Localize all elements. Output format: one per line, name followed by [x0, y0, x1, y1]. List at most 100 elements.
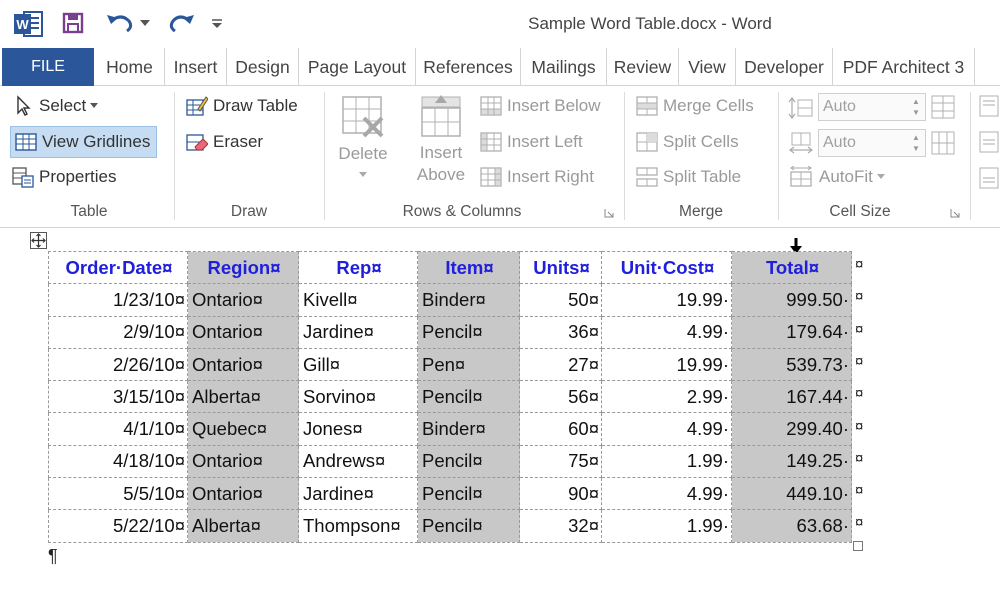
header-cell[interactable]: Unit·Cost¤ — [601, 250, 732, 285]
tab-references[interactable]: References — [416, 48, 521, 86]
split-table-button[interactable]: Split Table — [636, 166, 741, 188]
table-cell[interactable]: 999.50· — [731, 283, 852, 317]
table-cell[interactable]: Alberta¤ — [187, 380, 299, 414]
table-cell[interactable]: 149.25· — [731, 444, 852, 479]
tab-page-layout[interactable]: Page Layout — [299, 48, 416, 86]
column-width-input[interactable]: Auto ▲ ▼ — [818, 129, 926, 157]
table-cell[interactable]: 1.99· — [601, 444, 732, 479]
table-cell[interactable]: 19.99· — [601, 283, 732, 317]
table-cell[interactable]: Gill¤ — [298, 347, 418, 382]
table-cell[interactable]: 56¤ — [519, 380, 602, 414]
table-move-handle-icon[interactable] — [30, 232, 47, 249]
merge-cells-button[interactable]: Merge Cells — [636, 95, 754, 117]
table-cell[interactable]: 5/5/10¤ — [48, 477, 188, 511]
eraser-button[interactable]: Eraser — [186, 131, 263, 153]
row-height-input[interactable]: Auto ▲ ▼ — [818, 93, 926, 121]
tab-developer[interactable]: Developer — [736, 48, 833, 86]
table-cell[interactable]: 2/9/10¤ — [48, 315, 188, 349]
insert-below-button[interactable]: Insert Below — [480, 95, 601, 117]
table-cell[interactable]: Jardine¤ — [298, 477, 418, 511]
tab-view[interactable]: View — [679, 48, 736, 86]
table-cell[interactable]: 90¤ — [519, 477, 602, 511]
spin-down-icon[interactable]: ▼ — [912, 144, 922, 153]
table-cell[interactable]: 19.99· — [601, 347, 732, 382]
table-cell[interactable]: 1/23/10¤ — [48, 283, 188, 317]
word-table[interactable]: Order·Date¤ Region¤ Rep¤ Item¤ Units¤ Un… — [48, 250, 852, 543]
tab-pdf-architect[interactable]: PDF Architect 3 — [833, 48, 975, 86]
table-cell[interactable]: Thompson¤ — [298, 509, 418, 543]
table-cell[interactable]: Binder¤ — [417, 283, 520, 317]
spin-up-icon[interactable]: ▲ — [912, 133, 922, 142]
split-cells-button[interactable]: Split Cells — [636, 131, 739, 153]
tab-overflow[interactable] — [975, 48, 1000, 86]
table-cell[interactable]: 4.99· — [601, 315, 732, 349]
table-cell[interactable]: Ontario¤ — [187, 347, 299, 382]
header-cell[interactable]: Units¤ — [519, 250, 602, 285]
spin-down-icon[interactable]: ▼ — [912, 108, 922, 117]
table-cell[interactable]: 60¤ — [519, 412, 602, 446]
table-cell[interactable]: Ontario¤ — [187, 315, 299, 349]
tab-insert[interactable]: Insert — [165, 48, 227, 86]
tab-home[interactable]: Home — [95, 48, 165, 86]
table-cell[interactable]: 27¤ — [519, 347, 602, 382]
view-gridlines-button[interactable]: View Gridlines — [10, 126, 158, 158]
table-cell[interactable]: 449.10· — [731, 477, 852, 511]
table-resize-handle-icon[interactable] — [853, 541, 863, 551]
table-cell[interactable]: 36¤ — [519, 315, 602, 349]
table-cell[interactable]: 50¤ — [519, 283, 602, 317]
table-cell[interactable]: Ontario¤ — [187, 477, 299, 511]
table-cell[interactable]: 179.64· — [731, 315, 852, 349]
table-cell[interactable]: Ontario¤ — [187, 444, 299, 479]
insert-above-button[interactable]: Insert Above — [410, 94, 472, 194]
table-cell[interactable]: 2/26/10¤ — [48, 347, 188, 382]
table-cell[interactable]: 4/1/10¤ — [48, 412, 188, 446]
header-cell[interactable]: Order·Date¤ — [48, 250, 188, 285]
table-cell[interactable]: Alberta¤ — [187, 509, 299, 543]
table-cell[interactable]: Pencil¤ — [417, 477, 520, 511]
autofit-button[interactable]: AutoFit — [788, 166, 885, 188]
table-cell[interactable]: 75¤ — [519, 444, 602, 479]
alignment-icons-partial[interactable] — [978, 94, 1000, 194]
tab-file[interactable]: FILE — [2, 48, 94, 86]
table-cell[interactable]: Quebec¤ — [187, 412, 299, 446]
document-area[interactable]: Order·Date¤ Region¤ Rep¤ Item¤ Units¤ Un… — [0, 228, 1000, 590]
table-cell[interactable]: 32¤ — [519, 509, 602, 543]
table-cell[interactable]: Jardine¤ — [298, 315, 418, 349]
table-cell[interactable]: 167.44· — [731, 380, 852, 414]
table-cell[interactable]: 63.68· — [731, 509, 852, 543]
table-cell[interactable]: Ontario¤ — [187, 283, 299, 317]
properties-button[interactable]: Properties — [12, 166, 116, 188]
table-cell[interactable]: 299.40· — [731, 412, 852, 446]
table-cell[interactable]: Pencil¤ — [417, 315, 520, 349]
table-cell[interactable]: Sorvino¤ — [298, 380, 418, 414]
table-cell[interactable]: 5/22/10¤ — [48, 509, 188, 543]
delete-button[interactable]: Delete — [333, 94, 393, 194]
table-cell[interactable]: Kivell¤ — [298, 283, 418, 317]
table-cell[interactable]: Pencil¤ — [417, 444, 520, 479]
header-cell[interactable]: Total¤ — [731, 250, 852, 285]
distribute-rows-icon[interactable] — [930, 94, 956, 120]
table-cell[interactable]: 4.99· — [601, 477, 732, 511]
insert-right-button[interactable]: Insert Right — [480, 166, 594, 188]
table-cell[interactable]: Pencil¤ — [417, 380, 520, 414]
table-cell[interactable]: Binder¤ — [417, 412, 520, 446]
insert-left-button[interactable]: Insert Left — [480, 131, 583, 153]
table-cell[interactable]: 2.99· — [601, 380, 732, 414]
table-cell[interactable]: 1.99· — [601, 509, 732, 543]
table-cell[interactable]: Pen¤ — [417, 347, 520, 382]
table-cell[interactable]: 3/15/10¤ — [48, 380, 188, 414]
spin-up-icon[interactable]: ▲ — [912, 97, 922, 106]
draw-table-button[interactable]: Draw Table — [186, 95, 298, 117]
distribute-columns-icon[interactable] — [930, 130, 956, 156]
header-cell[interactable]: Item¤ — [417, 250, 520, 285]
cell-size-launcher-icon[interactable] — [950, 208, 960, 218]
tab-mailings[interactable]: Mailings — [521, 48, 607, 86]
header-cell[interactable]: Rep¤ — [298, 250, 418, 285]
table-cell[interactable]: 539.73· — [731, 347, 852, 382]
select-button[interactable]: Select — [12, 95, 99, 117]
header-cell[interactable]: Region¤ — [187, 250, 299, 285]
rows-columns-launcher-icon[interactable] — [604, 208, 614, 218]
table-cell[interactable]: 4.99· — [601, 412, 732, 446]
tab-review[interactable]: Review — [607, 48, 679, 86]
table-cell[interactable]: Jones¤ — [298, 412, 418, 446]
